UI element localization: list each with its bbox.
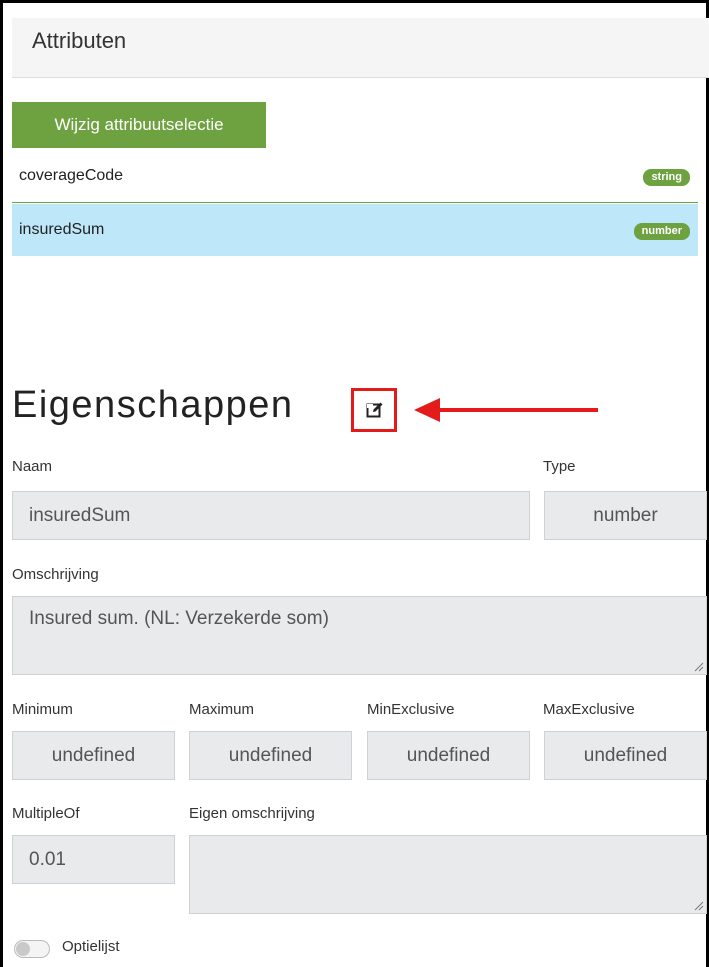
optielijst-toggle[interactable] — [14, 940, 50, 958]
type-badge: number — [633, 223, 690, 240]
edit-icon — [366, 402, 383, 418]
maxexclusive-label: MaxExclusive — [543, 701, 635, 718]
properties-title: Eigenschappen — [12, 384, 294, 426]
red-arrow-annotation — [414, 398, 598, 422]
optielijst-label: Optielijst — [62, 938, 120, 955]
minimum-value: undefined — [51, 745, 136, 766]
attribute-row-insuredSum[interactable]: insuredSum number — [12, 204, 698, 256]
omschrijving-value: Insured sum. (NL: Verzekerde som) — [29, 608, 329, 629]
minexclusive-field[interactable]: undefined — [367, 731, 530, 780]
naam-value: insuredSum — [29, 505, 131, 526]
eigen-omschrijving-label: Eigen omschrijving — [189, 805, 315, 822]
eigen-omschrijving-textarea[interactable] — [189, 835, 707, 914]
panel-title: Attributen — [32, 28, 127, 53]
multipleof-value: 0.01 — [29, 849, 66, 870]
frame-border-top — [0, 0, 709, 3]
type-label: Type — [543, 458, 576, 475]
attribute-name: coverageCode — [19, 167, 124, 184]
omschrijving-label: Omschrijving — [12, 566, 99, 583]
type-value: number — [593, 505, 658, 526]
type-badge: string — [643, 169, 690, 186]
omschrijving-textarea[interactable]: Insured sum. (NL: Verzekerde som) — [12, 596, 707, 675]
maxexclusive-field[interactable]: undefined — [544, 731, 707, 780]
toggle-knob — [16, 942, 30, 956]
minexclusive-value: undefined — [406, 745, 491, 766]
maximum-field[interactable]: undefined — [189, 731, 352, 780]
minimum-label: Minimum — [12, 701, 73, 718]
maximum-value: undefined — [228, 745, 313, 766]
maxexclusive-value: undefined — [583, 745, 668, 766]
change-attribute-selection-button[interactable]: Wijzig attribuutselectie — [12, 102, 266, 148]
attributes-panel-header: Attributen — [12, 18, 709, 78]
attribute-row-coverageCode[interactable]: coverageCode string — [12, 152, 698, 203]
multipleof-label: MultipleOf — [12, 805, 80, 822]
minimum-field[interactable]: undefined — [12, 731, 175, 780]
maximum-label: Maximum — [189, 701, 255, 718]
minexclusive-label: MinExclusive — [367, 701, 455, 718]
naam-label: Naam — [12, 458, 53, 475]
resize-handle-icon[interactable] — [694, 662, 704, 672]
edit-button[interactable] — [351, 388, 397, 432]
type-field[interactable]: number — [544, 491, 707, 540]
multipleof-field[interactable]: 0.01 — [12, 835, 175, 884]
attribute-name: insuredSum — [19, 221, 105, 238]
naam-field[interactable]: insuredSum — [12, 491, 530, 540]
frame-border-left — [0, 0, 3, 967]
resize-handle-icon[interactable] — [694, 901, 704, 911]
